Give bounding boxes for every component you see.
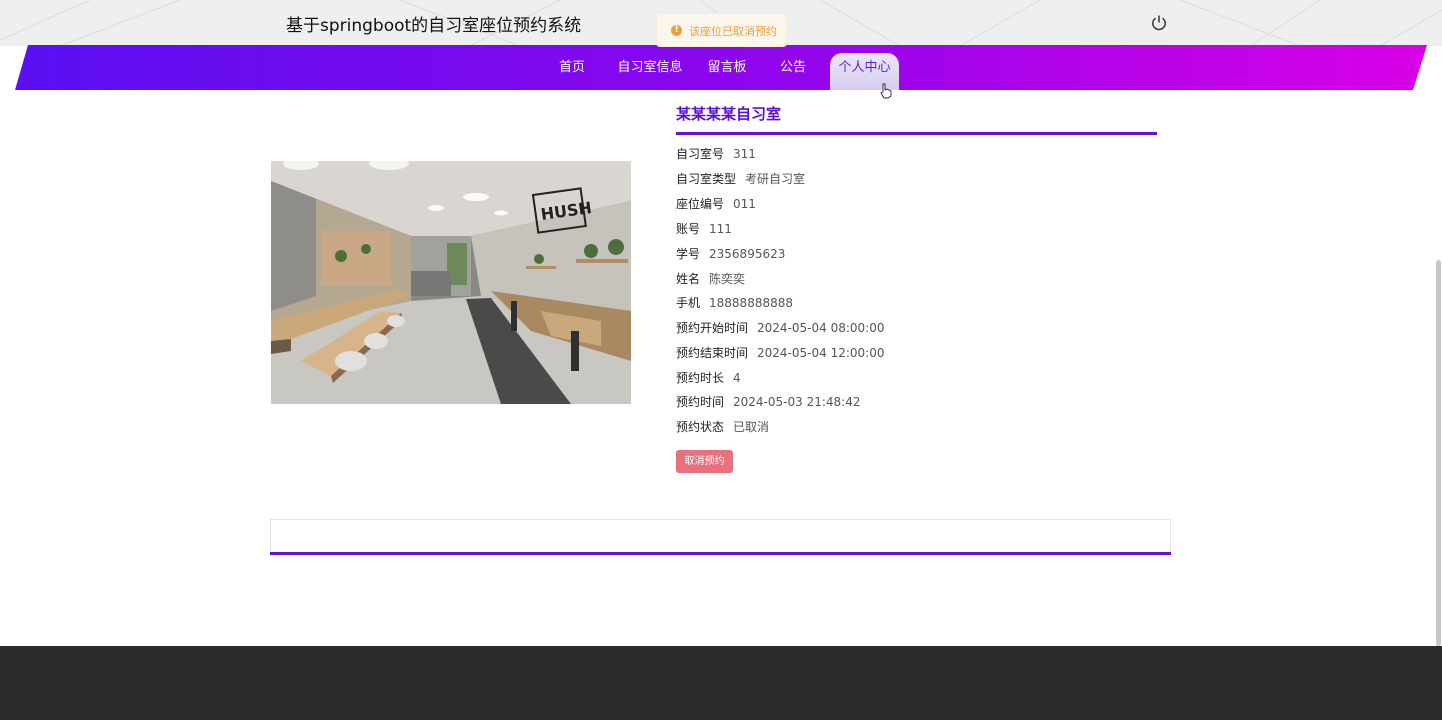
toast-text: 该座位已取消预约 xyxy=(689,25,777,38)
detail-row-status: 预约状态 已取消 xyxy=(676,418,769,435)
detail-row-seat-number: 座位编号 011 xyxy=(676,195,756,212)
detail-label: 预约开始时间 xyxy=(676,321,749,335)
detail-label: 自习室号 xyxy=(676,147,725,161)
scrollbar[interactable] xyxy=(1436,260,1441,646)
detail-label: 学号 xyxy=(676,247,701,261)
footer xyxy=(0,646,1442,720)
detail-row-booking-time: 预约时间 2024-05-03 21:48:42 xyxy=(676,393,860,410)
detail-row-end-time: 预约结束时间 2024-05-04 12:00:00 xyxy=(676,344,884,361)
detail-label: 自习室类型 xyxy=(676,172,737,186)
detail-row-duration: 预约时长 4 xyxy=(676,369,741,386)
detail-value: 111 xyxy=(709,222,732,236)
comment-section xyxy=(270,519,1171,553)
detail-row-start-time: 预约开始时间 2024-05-04 08:00:00 xyxy=(676,319,884,336)
site-title: 基于springboot的自习室座位预约系统 xyxy=(286,16,582,36)
detail-row-account: 账号 111 xyxy=(676,220,732,237)
main-navigation: 首页 自习室信息 留言板 公告 个人中心 xyxy=(0,45,1442,91)
detail-label: 预约结束时间 xyxy=(676,346,749,360)
detail-label: 预约状态 xyxy=(676,420,725,434)
toast-message: ! 该座位已取消预约 xyxy=(656,13,787,47)
nav-item-message-board[interactable]: 留言板 xyxy=(702,53,752,90)
detail-value: 011 xyxy=(733,197,756,211)
detail-label: 手机 xyxy=(676,296,701,310)
detail-label: 账号 xyxy=(676,222,701,236)
power-icon[interactable] xyxy=(1149,13,1169,33)
warning-icon: ! xyxy=(671,25,682,36)
nav-item-home[interactable]: 首页 xyxy=(551,53,593,90)
study-room-photo: HUSH xyxy=(271,161,631,404)
detail-row-student-id: 学号 2356895623 xyxy=(676,245,785,262)
hand-cursor-icon xyxy=(880,83,892,99)
detail-value: 考研自习室 xyxy=(745,172,806,186)
title-divider xyxy=(676,132,1157,135)
detail-value: 2024-05-04 12:00:00 xyxy=(757,346,885,360)
room-title: 某某某某自习室 xyxy=(676,105,782,123)
detail-value: 311 xyxy=(733,147,756,161)
detail-label: 预约时间 xyxy=(676,395,725,409)
detail-value: 2024-05-03 21:48:42 xyxy=(733,395,861,409)
detail-label: 座位编号 xyxy=(676,197,725,211)
detail-row-room-number: 自习室号 311 xyxy=(676,145,756,162)
detail-value: 18888888888 xyxy=(709,296,793,310)
detail-value: 2024-05-04 08:00:00 xyxy=(757,321,885,335)
detail-row-phone: 手机 18888888888 xyxy=(676,294,793,311)
detail-row-room-type: 自习室类型 考研自习室 xyxy=(676,170,805,187)
detail-label: 预约时长 xyxy=(676,371,725,385)
nav-item-study-rooms[interactable]: 自习室信息 xyxy=(614,53,686,90)
detail-value: 已取消 xyxy=(733,420,770,434)
nav-item-announcements[interactable]: 公告 xyxy=(772,53,814,90)
comment-divider xyxy=(270,552,1171,555)
detail-label: 姓名 xyxy=(676,272,701,286)
cancel-booking-button[interactable]: 取消预约 xyxy=(676,450,733,473)
detail-value: 2356895623 xyxy=(709,247,786,261)
detail-row-name: 姓名 陈奕奕 xyxy=(676,270,745,287)
detail-value: 4 xyxy=(733,371,741,385)
detail-value: 陈奕奕 xyxy=(709,272,746,286)
